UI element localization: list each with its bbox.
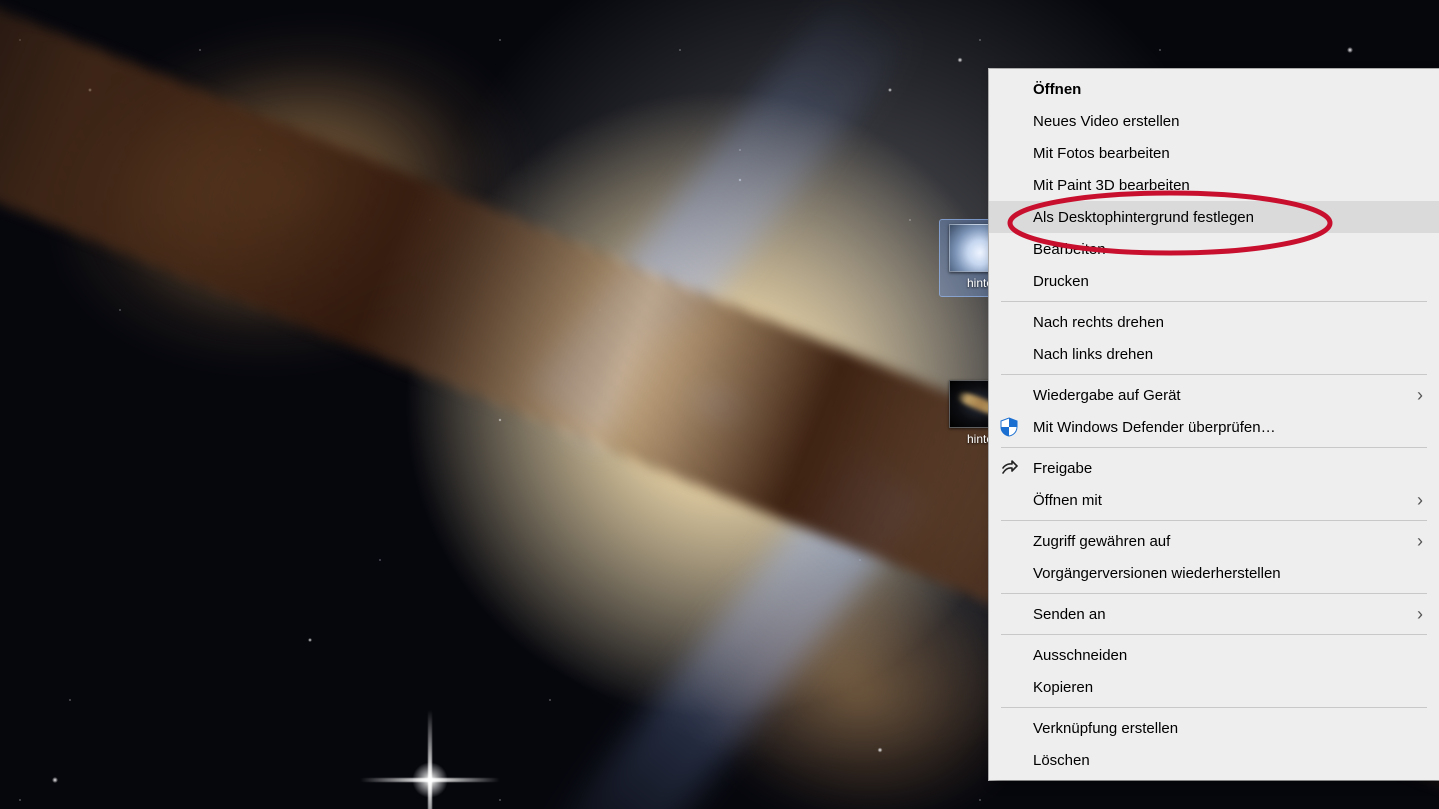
ctx-separator bbox=[1001, 374, 1427, 375]
ctx-label: Wiedergabe auf Gerät bbox=[1033, 387, 1417, 404]
ctx-print[interactable]: Drucken bbox=[989, 265, 1439, 297]
ctx-label: Kopieren bbox=[1033, 679, 1423, 696]
ctx-set-wallpaper[interactable]: Als Desktophintergrund festlegen bbox=[989, 201, 1439, 233]
chevron-right-icon: › bbox=[1417, 490, 1423, 511]
ctx-copy[interactable]: Kopieren bbox=[989, 671, 1439, 703]
ctx-paint3d[interactable]: Mit Paint 3D bearbeiten bbox=[989, 169, 1439, 201]
ctx-separator bbox=[1001, 520, 1427, 521]
chevron-right-icon: › bbox=[1417, 604, 1423, 625]
ctx-label: Nach links drehen bbox=[1033, 346, 1423, 363]
ctx-label: Mit Fotos bearbeiten bbox=[1033, 145, 1423, 162]
ctx-label: Mit Paint 3D bearbeiten bbox=[1033, 177, 1423, 194]
ctx-label: Zugriff gewähren auf bbox=[1033, 533, 1417, 550]
ctx-separator bbox=[1001, 447, 1427, 448]
ctx-label: Nach rechts drehen bbox=[1033, 314, 1423, 331]
ctx-label: Drucken bbox=[1033, 273, 1423, 290]
ctx-cast-to-device[interactable]: Wiedergabe auf Gerät › bbox=[989, 379, 1439, 411]
ctx-label: Als Desktophintergrund festlegen bbox=[1033, 209, 1423, 226]
ctx-label: Öffnen mit bbox=[1033, 492, 1417, 509]
ctx-label: Neues Video erstellen bbox=[1033, 113, 1423, 130]
ctx-label: Öffnen bbox=[1033, 81, 1423, 98]
ctx-separator bbox=[1001, 707, 1427, 708]
ctx-give-access[interactable]: Zugriff gewähren auf › bbox=[989, 525, 1439, 557]
ctx-cut[interactable]: Ausschneiden bbox=[989, 639, 1439, 671]
ctx-previous-versions[interactable]: Vorgängerversionen wiederherstellen bbox=[989, 557, 1439, 589]
ctx-share[interactable]: Freigabe bbox=[989, 452, 1439, 484]
ctx-rotate-left[interactable]: Nach links drehen bbox=[989, 338, 1439, 370]
ctx-rotate-right[interactable]: Nach rechts drehen bbox=[989, 306, 1439, 338]
ctx-edit[interactable]: Bearbeiten bbox=[989, 233, 1439, 265]
ctx-label: Vorgängerversionen wiederherstellen bbox=[1033, 565, 1423, 582]
ctx-label: Mit Windows Defender überprüfen… bbox=[1033, 419, 1423, 436]
ctx-create-shortcut[interactable]: Verknüpfung erstellen bbox=[989, 712, 1439, 744]
ctx-open[interactable]: Öffnen bbox=[989, 73, 1439, 105]
share-icon bbox=[999, 458, 1019, 478]
chevron-right-icon: › bbox=[1417, 385, 1423, 406]
context-menu: Öffnen Neues Video erstellen Mit Fotos b… bbox=[989, 69, 1439, 780]
defender-shield-icon bbox=[999, 417, 1019, 437]
ctx-label: Senden an bbox=[1033, 606, 1417, 623]
ctx-label: Freigabe bbox=[1033, 460, 1423, 477]
ctx-open-with[interactable]: Öffnen mit › bbox=[989, 484, 1439, 516]
ctx-label: Löschen bbox=[1033, 752, 1423, 769]
ctx-delete[interactable]: Löschen bbox=[989, 744, 1439, 776]
ctx-label: Ausschneiden bbox=[1033, 647, 1423, 664]
ctx-label: Verknüpfung erstellen bbox=[1033, 720, 1423, 737]
ctx-new-video[interactable]: Neues Video erstellen bbox=[989, 105, 1439, 137]
ctx-label: Bearbeiten bbox=[1033, 241, 1423, 258]
chevron-right-icon: › bbox=[1417, 531, 1423, 552]
ctx-edit-photos[interactable]: Mit Fotos bearbeiten bbox=[989, 137, 1439, 169]
ctx-separator bbox=[1001, 593, 1427, 594]
ctx-separator bbox=[1001, 301, 1427, 302]
ctx-separator bbox=[1001, 634, 1427, 635]
ctx-send-to[interactable]: Senden an › bbox=[989, 598, 1439, 630]
ctx-defender-scan[interactable]: Mit Windows Defender überprüfen… bbox=[989, 411, 1439, 443]
